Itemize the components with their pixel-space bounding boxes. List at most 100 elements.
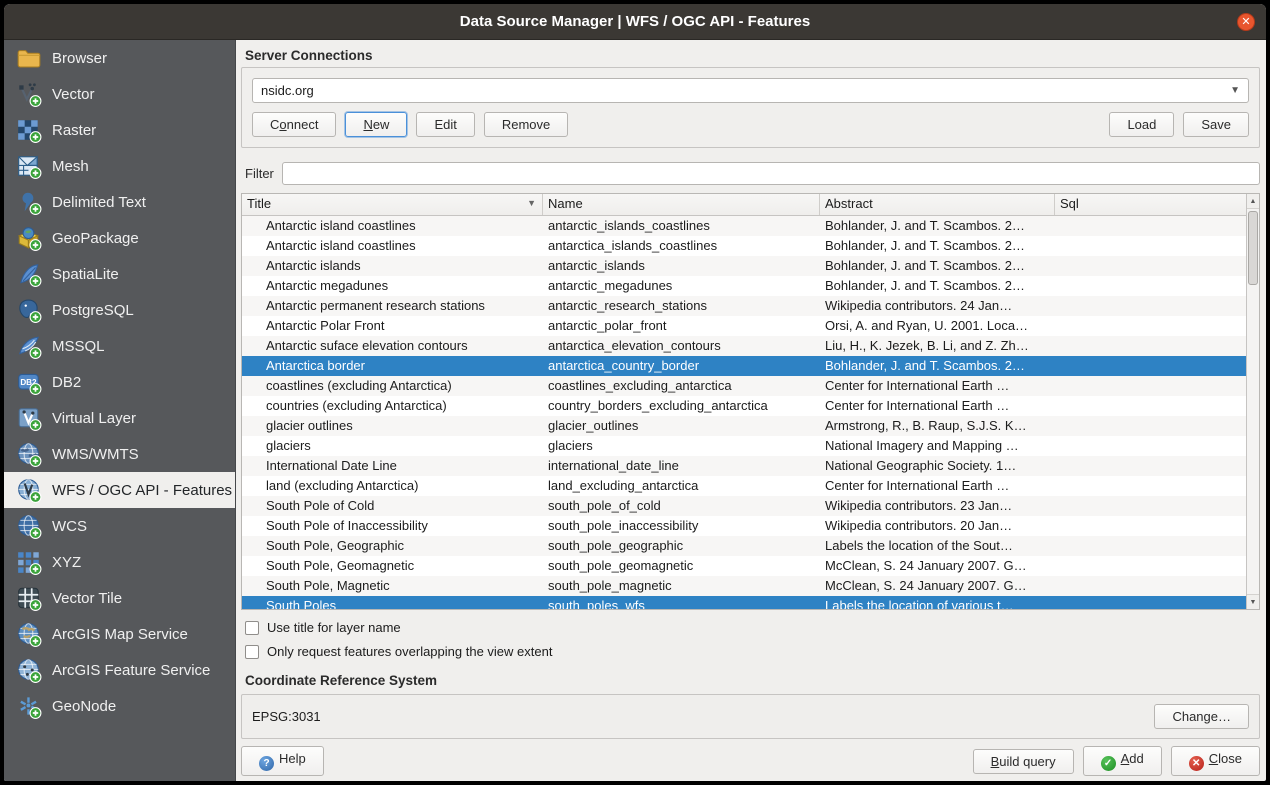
- table-row[interactable]: South Pole of Coldsouth_pole_of_coldWiki…: [242, 496, 1246, 516]
- sidebar-item-virtual-layer[interactable]: Virtual Layer: [4, 400, 235, 436]
- cell-sql[interactable]: [1055, 376, 1246, 396]
- table-row[interactable]: International Date Lineinternational_dat…: [242, 456, 1246, 476]
- sidebar-item-mssql[interactable]: MSSQL: [4, 328, 235, 364]
- table-row[interactable]: land (excluding Antarctica)land_excludin…: [242, 476, 1246, 496]
- scrollbar-thumb[interactable]: [1248, 211, 1258, 285]
- cell-abstract[interactable]: Wikipedia contributors. 23 Jan…: [820, 496, 1055, 516]
- table-row[interactable]: glacier outlinesglacier_outlinesArmstron…: [242, 416, 1246, 436]
- sidebar-item-postgresql[interactable]: PostgreSQL: [4, 292, 235, 328]
- column-header-abstract[interactable]: Abstract: [820, 194, 1055, 215]
- table-row[interactable]: Antarctic Polar Frontantarctic_polar_fro…: [242, 316, 1246, 336]
- cell-name[interactable]: glaciers: [543, 436, 820, 456]
- cell-abstract[interactable]: Center for International Earth …: [820, 396, 1055, 416]
- table-row[interactable]: glaciersglaciersNational Imagery and Map…: [242, 436, 1246, 456]
- cell-abstract[interactable]: Orsi, A. and Ryan, U. 2001. Loca…: [820, 316, 1055, 336]
- add-button[interactable]: ✓Add: [1083, 746, 1162, 776]
- cell-title[interactable]: Antarctic permanent research stations: [242, 296, 543, 316]
- cell-sql[interactable]: [1055, 496, 1246, 516]
- cell-sql[interactable]: [1055, 576, 1246, 596]
- cell-sql[interactable]: [1055, 256, 1246, 276]
- cell-abstract[interactable]: McClean, S. 24 January 2007. G…: [820, 556, 1055, 576]
- cell-name[interactable]: antarctica_country_border: [543, 356, 820, 376]
- cell-name[interactable]: south_pole_inaccessibility: [543, 516, 820, 536]
- cell-title[interactable]: Antarctic megadunes: [242, 276, 543, 296]
- cell-abstract[interactable]: Bohlander, J. and T. Scambos. 2…: [820, 356, 1055, 376]
- sidebar-item-vector[interactable]: Vector: [4, 76, 235, 112]
- cell-abstract[interactable]: National Imagery and Mapping …: [820, 436, 1055, 456]
- cell-name[interactable]: south_pole_of_cold: [543, 496, 820, 516]
- overlap-extent-checkbox[interactable]: [245, 645, 259, 659]
- cell-title[interactable]: Antarctic island coastlines: [242, 216, 543, 236]
- sidebar-item-wms-wmts[interactable]: WMS/WMTS: [4, 436, 235, 472]
- column-header-title[interactable]: Title ▼: [242, 194, 543, 215]
- titlebar[interactable]: Data Source Manager | WFS / OGC API - Fe…: [4, 4, 1266, 40]
- cell-name[interactable]: antarctic_megadunes: [543, 276, 820, 296]
- cell-sql[interactable]: [1055, 516, 1246, 536]
- table-row[interactable]: Antarctic island coastlinesantarctic_isl…: [242, 216, 1246, 236]
- table-row[interactable]: Antarctic suface elevation contoursantar…: [242, 336, 1246, 356]
- cell-name[interactable]: south_poles_wfs: [543, 596, 820, 610]
- use-title-label[interactable]: Use title for layer name: [267, 620, 401, 635]
- scroll-down-icon[interactable]: ▼: [1247, 594, 1259, 609]
- table-row[interactable]: South Pole of Inaccessibilitysouth_pole_…: [242, 516, 1246, 536]
- cell-sql[interactable]: [1055, 316, 1246, 336]
- sidebar-item-browser[interactable]: Browser: [4, 40, 235, 76]
- cell-name[interactable]: antarctic_polar_front: [543, 316, 820, 336]
- cell-abstract[interactable]: Armstrong, R., B. Raup, S.J.S. K…: [820, 416, 1055, 436]
- cell-title[interactable]: countries (excluding Antarctica): [242, 396, 543, 416]
- cell-name[interactable]: coastlines_excluding_antarctica: [543, 376, 820, 396]
- cell-sql[interactable]: [1055, 356, 1246, 376]
- filter-input[interactable]: [282, 162, 1260, 185]
- cell-sql[interactable]: [1055, 456, 1246, 476]
- table-row[interactable]: South Polessouth_poles_wfsLabels the loc…: [242, 596, 1246, 610]
- sidebar-item-delimited-text[interactable]: Delimited Text: [4, 184, 235, 220]
- table-scrollbar[interactable]: ▲ ▼: [1246, 194, 1259, 609]
- cell-title[interactable]: South Pole, Geomagnetic: [242, 556, 543, 576]
- cell-title[interactable]: Antarctic suface elevation contours: [242, 336, 543, 356]
- remove-button[interactable]: Remove: [484, 112, 568, 137]
- cell-title[interactable]: South Pole, Geographic: [242, 536, 543, 556]
- cell-abstract[interactable]: Labels the location of the Sout…: [820, 536, 1055, 556]
- cell-sql[interactable]: [1055, 596, 1246, 610]
- edit-button[interactable]: Edit: [416, 112, 474, 137]
- cell-sql[interactable]: [1055, 216, 1246, 236]
- cell-name[interactable]: antarctica_elevation_contours: [543, 336, 820, 356]
- cell-name[interactable]: land_excluding_antarctica: [543, 476, 820, 496]
- cell-name[interactable]: antarctic_islands_coastlines: [543, 216, 820, 236]
- cell-sql[interactable]: [1055, 236, 1246, 256]
- cell-title[interactable]: coastlines (excluding Antarctica): [242, 376, 543, 396]
- sidebar-item-arcgis-map-service[interactable]: ArcGIS Map Service: [4, 616, 235, 652]
- window-close-icon[interactable]: ✕: [1237, 13, 1255, 31]
- crs-change-button[interactable]: Change…: [1154, 704, 1249, 729]
- sidebar-item-xyz[interactable]: XYZ: [4, 544, 235, 580]
- cell-name[interactable]: country_borders_excluding_antarctica: [543, 396, 820, 416]
- cell-abstract[interactable]: National Geographic Society. 1…: [820, 456, 1055, 476]
- column-header-name[interactable]: Name: [543, 194, 820, 215]
- table-row[interactable]: Antarctic island coastlinesantarctica_is…: [242, 236, 1246, 256]
- cell-abstract[interactable]: Bohlander, J. and T. Scambos. 2…: [820, 256, 1055, 276]
- cell-title[interactable]: glacier outlines: [242, 416, 543, 436]
- use-title-checkbox[interactable]: [245, 621, 259, 635]
- cell-title[interactable]: Antarctic islands: [242, 256, 543, 276]
- sidebar-item-wfs-ogc-api-features[interactable]: WFS / OGC API - Features: [4, 472, 235, 508]
- cell-abstract[interactable]: Labels the location of various t…: [820, 596, 1055, 610]
- sidebar-item-geonode[interactable]: GeoNode: [4, 688, 235, 724]
- sidebar-item-vector-tile[interactable]: Vector Tile: [4, 580, 235, 616]
- cell-title[interactable]: land (excluding Antarctica): [242, 476, 543, 496]
- table-row[interactable]: South Pole, Geomagneticsouth_pole_geomag…: [242, 556, 1246, 576]
- cell-title[interactable]: Antarctic island coastlines: [242, 236, 543, 256]
- sidebar-item-db2[interactable]: DB2DB2: [4, 364, 235, 400]
- cell-abstract[interactable]: Wikipedia contributors. 20 Jan…: [820, 516, 1055, 536]
- table-row[interactable]: Antarctic permanent research stationsant…: [242, 296, 1246, 316]
- cell-name[interactable]: south_pole_magnetic: [543, 576, 820, 596]
- cell-sql[interactable]: [1055, 416, 1246, 436]
- connection-select[interactable]: nsidc.org ▼: [252, 78, 1249, 103]
- cell-name[interactable]: antarctic_islands: [543, 256, 820, 276]
- cell-name[interactable]: south_pole_geographic: [543, 536, 820, 556]
- table-row[interactable]: Antarctic megadunesantarctic_megadunesBo…: [242, 276, 1246, 296]
- overlap-extent-label[interactable]: Only request features overlapping the vi…: [267, 644, 552, 659]
- sidebar-item-raster[interactable]: Raster: [4, 112, 235, 148]
- cell-sql[interactable]: [1055, 436, 1246, 456]
- table-row[interactable]: South Pole, Geographicsouth_pole_geograp…: [242, 536, 1246, 556]
- table-row[interactable]: Antarctica borderantarctica_country_bord…: [242, 356, 1246, 376]
